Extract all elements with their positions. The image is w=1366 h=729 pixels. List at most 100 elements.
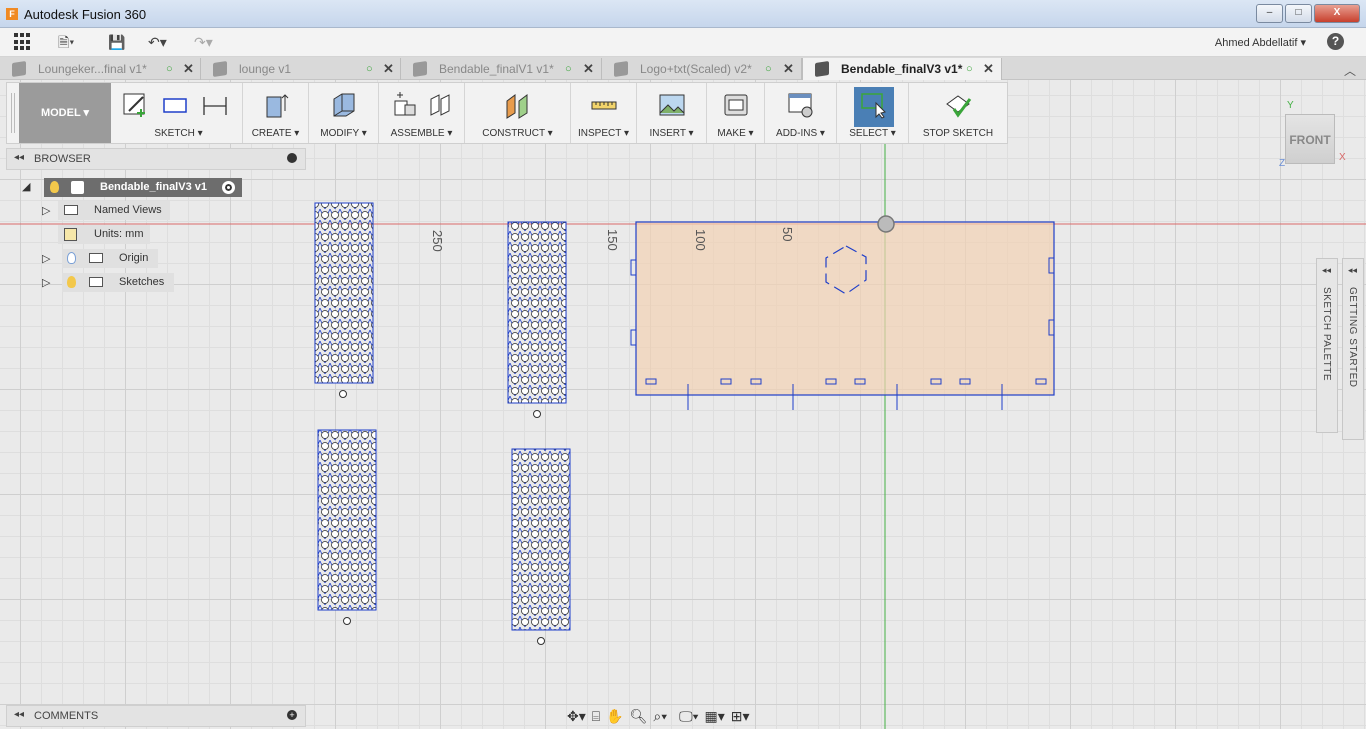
design-cube-icon	[413, 61, 427, 77]
visibility-bulb-icon[interactable]	[67, 252, 76, 264]
expand-palette-icon[interactable]: ◂◂	[1322, 265, 1331, 276]
modify-group[interactable]: MODIFY ▾	[309, 83, 379, 143]
visibility-bulb-icon[interactable]	[67, 276, 76, 288]
document-tab-bar: Loungeker...final v1* ○ ✕ lounge v1 ○ ✕ …	[0, 57, 1366, 80]
redo-icon[interactable]: ↷▾	[194, 33, 213, 51]
workspace-switcher[interactable]: MODEL ▾	[19, 83, 111, 143]
pan-hand-icon[interactable]: ✋	[606, 708, 623, 725]
tab-lounge[interactable]: lounge v1 ○ ✕	[201, 58, 401, 80]
construct-group[interactable]: CONSTRUCT ▾	[465, 83, 571, 143]
select-cursor-icon[interactable]	[860, 91, 888, 119]
dimension-label[interactable]: 100	[693, 229, 708, 251]
tab-bendable-finalv3[interactable]: Bendable_finalV3 v1* ○ ✕	[802, 58, 1002, 80]
browser-item-units[interactable]: Units: mm	[58, 225, 150, 244]
assemble-group[interactable]: ASSEMBLE ▾	[379, 83, 465, 143]
tab-bendable-finalv1[interactable]: Bendable_finalV1 v1* ○ ✕	[401, 58, 602, 80]
browser-item-origin[interactable]: Origin	[62, 249, 158, 268]
look-at-icon[interactable]: ⌸	[592, 708, 600, 725]
minimize-button[interactable]: –	[1256, 4, 1283, 23]
close-tab-icon[interactable]: ✕	[383, 58, 394, 80]
close-tab-icon[interactable]: ✕	[983, 58, 994, 80]
dimension-label[interactable]: 150	[605, 229, 620, 251]
help-icon[interactable]: ?	[1327, 33, 1344, 50]
create-group-label: CREATE ▾	[251, 128, 300, 139]
activate-radio-icon[interactable]	[222, 181, 235, 194]
data-panel-grid-icon[interactable]	[14, 33, 32, 51]
maximize-button[interactable]: □	[1285, 4, 1312, 23]
browser-item-named-views[interactable]: Named Views	[58, 201, 170, 220]
offset-plane-icon[interactable]	[503, 91, 531, 119]
sync-status-icon: ○	[166, 63, 173, 75]
sync-status-icon: ○	[966, 63, 973, 75]
sync-status-icon: ○	[765, 63, 772, 75]
close-tab-icon[interactable]: ✕	[583, 58, 594, 80]
toolbar-ribbon: MODEL ▾ SKETCH ▾ CREATE ▾ MODIFY ▾ ASSEM…	[6, 82, 1008, 144]
design-cube-icon	[213, 61, 227, 77]
press-pull-icon[interactable]	[330, 91, 358, 119]
browser-panel-header[interactable]: ◂◂ BROWSER	[6, 148, 306, 170]
undo-icon[interactable]: ↶▾	[148, 33, 167, 51]
add-comment-icon[interactable]: +	[287, 710, 297, 720]
construct-group-label: CONSTRUCT ▾	[482, 128, 553, 139]
collapse-panel-icon[interactable]: ◂◂	[14, 709, 24, 720]
application-bar: 🗎▾ 💾 ↶▾ ↷▾ Ahmed Abdellatif ▾ ?	[0, 28, 1366, 57]
chevron-up-icon[interactable]: ︿	[1344, 62, 1356, 79]
grid-settings-icon[interactable]: ▦▾	[705, 708, 725, 725]
insert-image-icon[interactable]	[658, 91, 686, 119]
tab-loungeker[interactable]: Loungeker...final v1* ○ ✕	[0, 58, 201, 80]
close-window-button[interactable]: X	[1314, 4, 1360, 23]
viewports-icon[interactable]: ⊞▾	[731, 708, 750, 725]
dimension-label[interactable]: 250	[430, 230, 445, 252]
ribbon-grip[interactable]	[11, 93, 15, 133]
zoom-icon[interactable]: 🔍︎	[630, 708, 648, 725]
expand-triangle-icon[interactable]: ▷	[42, 276, 50, 289]
extrude-icon[interactable]	[262, 91, 290, 119]
comments-panel-header[interactable]: ◂◂ COMMENTS +	[6, 705, 306, 727]
getting-started-label: GETTING STARTED	[1347, 287, 1358, 388]
expand-triangle-icon[interactable]: ▷	[42, 204, 50, 217]
create-sketch-icon[interactable]	[121, 91, 149, 119]
create-group[interactable]: CREATE ▾	[243, 83, 309, 143]
getting-started-tab[interactable]: ◂◂ GETTING STARTED	[1342, 258, 1364, 440]
collapse-triangle-icon[interactable]: ◢	[22, 180, 30, 193]
close-tab-icon[interactable]: ✕	[783, 58, 794, 80]
joint-icon[interactable]	[425, 91, 453, 119]
save-icon[interactable]: 💾	[108, 33, 125, 51]
window-controls: – □ X	[1256, 4, 1360, 23]
user-account-menu[interactable]: Ahmed Abdellatif ▾	[1215, 36, 1306, 49]
stop-sketch-group[interactable]: STOP SKETCH	[909, 83, 1007, 143]
sync-status-icon: ○	[366, 63, 373, 75]
panel-options-icon[interactable]	[287, 153, 297, 163]
addins-group[interactable]: ADD-INS ▾	[765, 83, 837, 143]
select-group[interactable]: SELECT ▾	[837, 83, 909, 143]
tab-logo-txt[interactable]: Logo+txt(Scaled) v2* ○ ✕	[602, 58, 802, 80]
fusion-logo-icon: F	[6, 8, 18, 20]
make-group[interactable]: MAKE ▾	[707, 83, 765, 143]
expand-triangle-icon[interactable]: ▷	[42, 252, 50, 265]
addins-group-label: ADD-INS ▾	[776, 128, 825, 139]
browser-root-node[interactable]: Bendable_finalV3 v1	[44, 178, 242, 197]
orbit-icon[interactable]: ✥▾	[567, 708, 586, 725]
sketch-group[interactable]: SKETCH ▾	[115, 83, 243, 143]
inspect-group[interactable]: INSPECT ▾	[571, 83, 637, 143]
make-group-label: MAKE ▾	[717, 128, 754, 139]
browser-item-sketches[interactable]: Sketches	[62, 273, 174, 292]
expand-palette-icon[interactable]: ◂◂	[1348, 265, 1357, 276]
fit-zoom-icon[interactable]: ⌕▾	[653, 708, 667, 725]
collapse-panel-icon[interactable]: ◂◂	[14, 152, 24, 163]
sketch-palette-tab[interactable]: ◂◂ SKETCH PALETTE	[1316, 258, 1338, 433]
display-settings-icon[interactable]: 🖵▾	[679, 708, 698, 725]
scripts-addins-icon[interactable]	[787, 91, 815, 119]
visibility-bulb-icon[interactable]	[50, 181, 59, 193]
close-tab-icon[interactable]: ✕	[183, 58, 194, 80]
sketch-dimension-icon[interactable]	[201, 91, 229, 119]
stop-sketch-icon[interactable]	[944, 91, 972, 119]
insert-group[interactable]: INSERT ▾	[637, 83, 707, 143]
measure-ruler-icon[interactable]	[590, 91, 618, 119]
rectangle-icon[interactable]	[161, 91, 189, 119]
dimension-label[interactable]: 50	[780, 227, 795, 241]
3d-print-icon[interactable]	[722, 91, 750, 119]
new-component-icon[interactable]	[391, 91, 419, 119]
file-menu-icon[interactable]: 🗎▾	[58, 33, 74, 51]
view-cube[interactable]: FRONT	[1285, 114, 1335, 164]
